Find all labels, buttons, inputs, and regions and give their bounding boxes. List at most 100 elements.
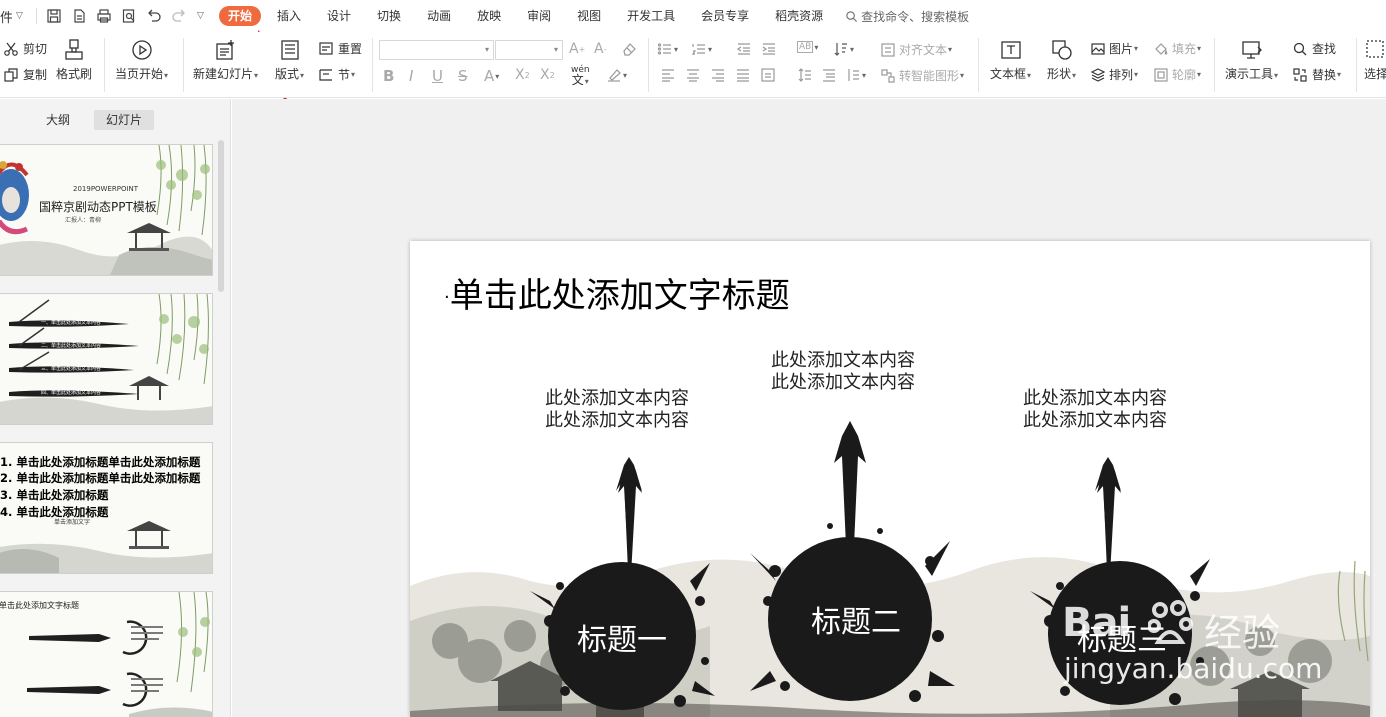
- decrease-font-icon[interactable]: A-: [594, 41, 606, 57]
- file-menu-label[interactable]: 件: [0, 7, 12, 26]
- caret-down-icon: ▾: [1274, 71, 1279, 80]
- subscript-icon[interactable]: X2: [540, 67, 555, 83]
- new-slide-button[interactable]: 新建幻灯片▾: [193, 38, 258, 82]
- play-icon: [131, 40, 152, 60]
- fill-button[interactable]: 填充 ▾: [1153, 40, 1201, 57]
- outline-label: 轮廓: [1172, 68, 1197, 82]
- format-painter-button[interactable]: 格式刷: [56, 38, 92, 82]
- select-button[interactable]: 选择: [1364, 38, 1386, 82]
- tab-review[interactable]: 审阅: [517, 6, 561, 26]
- bullets-icon[interactable]: ▾: [657, 41, 678, 57]
- copy-button[interactable]: 复制: [3, 66, 47, 83]
- tab-animation[interactable]: 动画: [417, 6, 461, 26]
- export-pdf-icon[interactable]: [68, 5, 90, 27]
- text-block-3[interactable]: 此处添加文本内容 此处添加文本内容: [1020, 388, 1170, 432]
- align-left-icon[interactable]: [660, 67, 676, 83]
- outline-button[interactable]: 轮廓 ▾: [1153, 66, 1201, 83]
- circle-label-1[interactable]: 标题一: [562, 615, 682, 659]
- print-icon[interactable]: [93, 5, 115, 27]
- current-slide[interactable]: ·单击此处添加文字标题 此处添加文本内容 此处添加文本内容 此处添加文本内容 此…: [410, 241, 1370, 717]
- smartart-icon: [881, 68, 895, 83]
- slide-thumbnail-1[interactable]: 2019POWERPOINT 国粹京剧动态PPT模板 汇报人：青柳: [0, 144, 213, 276]
- save-icon[interactable]: [43, 5, 65, 27]
- sort-icon[interactable]: ▾: [833, 41, 854, 57]
- shape-button[interactable]: 形状▾: [1047, 38, 1076, 82]
- increase-font-icon[interactable]: A +: [569, 41, 585, 57]
- presentation-tools-button[interactable]: 演示工具▾: [1225, 38, 1278, 82]
- arrange-button[interactable]: 排列 ▾: [1090, 66, 1138, 83]
- font-color-icon[interactable]: A ▾: [484, 67, 499, 85]
- distribute-icon[interactable]: [760, 67, 776, 83]
- thumb3-line-3: 3. 单击此处添加标题: [0, 488, 109, 502]
- reset-icon: [319, 41, 333, 55]
- clear-format-icon[interactable]: [621, 41, 637, 57]
- bold-icon[interactable]: B: [383, 67, 394, 85]
- play-from-current-button[interactable]: 当页开始▾: [115, 38, 168, 82]
- slide-title-placeholder[interactable]: ·单击此处添加文字标题: [444, 268, 790, 317]
- decrease-indent-icon[interactable]: [736, 41, 752, 57]
- underline-icon[interactable]: U: [432, 67, 443, 85]
- text-block-1[interactable]: 此处添加文本内容 此处添加文本内容: [542, 388, 692, 432]
- redo-icon[interactable]: [168, 5, 190, 27]
- undo-icon[interactable]: [143, 5, 165, 27]
- strikethrough-icon[interactable]: S: [458, 67, 468, 85]
- align-right-icon[interactable]: [710, 67, 726, 83]
- customize-toolbar-icon[interactable]: ▽: [197, 11, 211, 21]
- tab-transition[interactable]: 切换: [367, 6, 411, 26]
- numbering-icon[interactable]: ▾: [691, 41, 712, 57]
- font-size-select[interactable]: ▾: [495, 40, 563, 60]
- font-family-select[interactable]: ▾: [379, 40, 494, 60]
- tab-insert[interactable]: 插入: [267, 6, 311, 26]
- caret-down-icon: ▾: [164, 71, 169, 80]
- text-direction-icon[interactable]: AB ▾: [797, 41, 818, 53]
- align-center-icon[interactable]: [685, 67, 701, 83]
- shape-icon: [1051, 40, 1072, 60]
- tab-slides[interactable]: 幻灯片: [94, 110, 155, 130]
- increase-indent-icon[interactable]: [761, 41, 777, 57]
- replace-button[interactable]: 替换 ▾: [1292, 66, 1341, 83]
- cut-label: 剪切: [23, 42, 48, 56]
- text-block-2[interactable]: 此处添加文本内容 此处添加文本内容: [768, 350, 918, 394]
- tab-developer[interactable]: 开发工具: [617, 6, 685, 26]
- chevron-down-icon[interactable]: ▽: [16, 11, 30, 21]
- find-button[interactable]: 查找: [1292, 40, 1336, 57]
- picture-button[interactable]: 图片 ▾: [1090, 40, 1138, 57]
- section-button[interactable]: 节 ▾: [318, 66, 355, 83]
- circle-label-2[interactable]: 标题二: [796, 597, 916, 641]
- command-search[interactable]: 查找命令、搜索模板: [845, 8, 969, 25]
- layout-button[interactable]: 版式▾: [275, 38, 304, 82]
- print-preview-icon[interactable]: [118, 5, 140, 27]
- tab-docer-resources[interactable]: 稻壳资源: [765, 6, 833, 26]
- tab-outline[interactable]: 大纲: [34, 110, 82, 130]
- align-text-button[interactable]: 对齐文本 ▾: [880, 41, 952, 58]
- convert-smartart-button[interactable]: 转智能图形 ▾: [880, 67, 964, 84]
- tab-member[interactable]: 会员专享: [691, 6, 759, 26]
- layout-label: 版式: [275, 67, 300, 81]
- slide-thumbnail-2[interactable]: 一、单击此处添加文本内容 二、单击此处添加文本内容 三、单击此处添加文本内容 四…: [0, 293, 213, 425]
- spacing-options-icon[interactable]: ▾: [845, 67, 866, 83]
- slides-pane-scrollbar[interactable]: [218, 140, 224, 292]
- paragraph-spacing-icon[interactable]: [821, 67, 837, 83]
- circle-label-3[interactable]: 标题三: [1062, 615, 1182, 659]
- slide-thumbnail-3[interactable]: 1. 单击此处添加标题单击此处添加标题 2. 单击此处添加标题单击此处添加标题 …: [0, 442, 213, 574]
- textbox-button[interactable]: 文本框▾: [990, 38, 1031, 82]
- superscript-icon[interactable]: X2: [515, 67, 530, 83]
- tab-home[interactable]: 开始: [219, 6, 262, 26]
- reset-button[interactable]: 重置: [318, 40, 362, 57]
- phonetic-guide-icon[interactable]: wén 文▾: [571, 65, 590, 87]
- line-spacing-icon[interactable]: [797, 67, 813, 83]
- highlight-color-icon[interactable]: ▾: [606, 67, 627, 83]
- shape-label: 形状: [1047, 67, 1072, 81]
- slide-thumbnail-4[interactable]: 单击此处添加文字标题: [0, 591, 213, 717]
- cut-button[interactable]: 剪切: [3, 40, 47, 57]
- align-text-label: 对齐文本: [899, 43, 948, 57]
- tab-design[interactable]: 设计: [317, 6, 361, 26]
- select-label: 选择: [1364, 67, 1386, 81]
- justify-icon[interactable]: [735, 67, 751, 83]
- thumb2-row-3: 三、单击此处添加文本内容: [41, 366, 102, 372]
- italic-icon[interactable]: I: [409, 67, 413, 85]
- reset-label: 重置: [338, 42, 363, 56]
- thumb1-subtitle: 2019POWERPOINT: [73, 185, 139, 193]
- tab-slideshow[interactable]: 放映: [467, 6, 511, 26]
- tab-view[interactable]: 视图: [567, 6, 611, 26]
